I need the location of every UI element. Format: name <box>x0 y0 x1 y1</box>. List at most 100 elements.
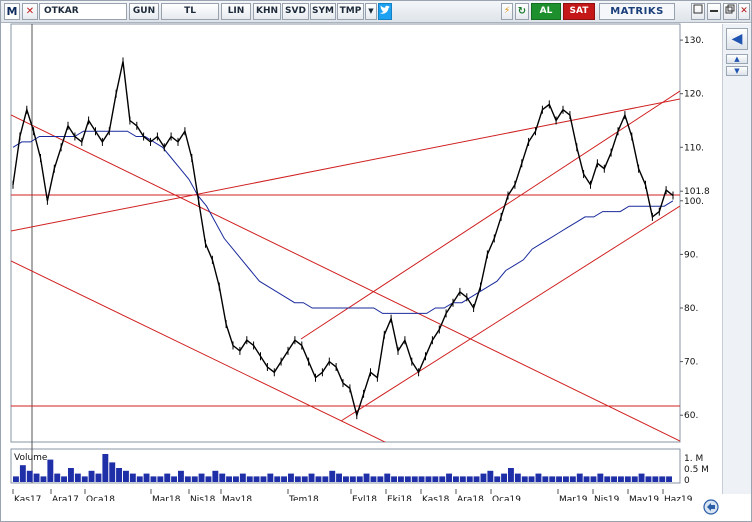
x-tick-label: Ara18 <box>457 495 484 501</box>
volume-bar <box>618 476 624 482</box>
volume-bar <box>631 476 638 482</box>
volume-bar <box>294 476 301 482</box>
volume-bar <box>391 476 397 482</box>
volume-bar <box>411 476 418 482</box>
volume-bar <box>212 470 219 482</box>
volume-bar <box>542 476 549 482</box>
volume-bar <box>528 476 535 482</box>
volume-bar <box>81 476 88 482</box>
volume-bar <box>432 476 439 482</box>
price-tick-label: 90. <box>684 250 698 260</box>
volume-tick-label: 0.5 M <box>684 465 709 475</box>
volume-bar <box>205 476 212 482</box>
volume-bar <box>624 476 631 482</box>
x-tick-label: Nis18 <box>190 495 216 501</box>
price-tick-label: 70. <box>684 358 698 368</box>
volume-bar <box>439 476 446 482</box>
volume-bar <box>274 476 281 482</box>
volume-bar <box>418 476 425 482</box>
volume-bar <box>123 470 129 482</box>
volume-bar <box>343 476 349 482</box>
restore-icon[interactable] <box>723 3 737 20</box>
volume-bar <box>233 476 239 482</box>
volume-bar <box>171 476 177 482</box>
scroll-down-button[interactable]: ▼ <box>726 66 748 76</box>
volume-bar <box>219 473 226 482</box>
volume-bar <box>13 476 19 482</box>
x-tick-label: Nis19 <box>594 495 620 501</box>
x-tick-label: May18 <box>222 495 252 501</box>
volume-bar <box>563 476 569 482</box>
volume-bar <box>281 476 287 482</box>
volume-bar <box>645 476 652 482</box>
volume-bar <box>508 468 514 482</box>
close-window-icon[interactable]: ✕ <box>738 3 750 20</box>
volume-tick-label: 0 <box>684 476 690 486</box>
price-tick-label: 130. <box>684 36 704 46</box>
x-tick-label: Mar18 <box>152 495 181 501</box>
volume-bar <box>88 470 95 482</box>
volume-bar <box>336 473 342 482</box>
volume-bar <box>157 476 164 482</box>
x-tick-label: Mar19 <box>559 495 588 501</box>
x-tick-label: Oca19 <box>492 495 521 501</box>
x-tick-label: Eki18 <box>387 495 412 501</box>
price-tick-label: 101.8 <box>684 187 710 197</box>
volume-bar <box>95 473 102 482</box>
volume-bar <box>239 473 246 482</box>
price-tick-label: 80. <box>684 304 698 314</box>
volume-bar <box>191 476 198 482</box>
volume-bar <box>473 476 480 482</box>
volume-bar <box>315 476 322 482</box>
volume-bar <box>102 454 109 482</box>
volume-bar <box>666 476 672 482</box>
volume-bar <box>453 476 459 482</box>
right-tool-strip: ◀ ▲ ▼ <box>722 24 751 494</box>
volume-bar <box>597 473 604 482</box>
x-tick-label: Eyl18 <box>352 495 377 501</box>
volume-bar <box>494 476 501 482</box>
volume-bar <box>377 476 384 482</box>
volume-tick-label: 1. M <box>684 454 703 464</box>
volume-bar <box>260 476 267 482</box>
volume-bar <box>116 468 122 482</box>
volume-bar <box>40 476 47 482</box>
collapse-arrow-icon[interactable]: ◀ <box>726 28 748 50</box>
x-tick-label: Oca18 <box>86 495 115 501</box>
timeline-scroll-icon[interactable] <box>701 497 723 517</box>
volume-bar <box>68 468 74 482</box>
volume-bar <box>604 476 611 482</box>
volume-bar <box>136 476 143 482</box>
volume-bar <box>521 476 528 482</box>
price-chart[interactable]: 130. 120. 110. 101.8100. 90. 80. 70. 60. Volume… <box>1 1 722 501</box>
price-tick-label: 60. <box>684 411 698 421</box>
price-tick-label: 120. <box>684 90 704 100</box>
price-plot-area <box>10 23 681 443</box>
volume-bar <box>446 473 452 482</box>
scroll-up-button[interactable]: ▲ <box>726 54 748 64</box>
volume-bar <box>178 470 184 482</box>
volume-bar <box>267 473 274 482</box>
volume-bar <box>398 476 404 482</box>
volume-bar <box>308 473 315 482</box>
volume-bar <box>301 476 308 482</box>
volume-bar <box>370 476 377 482</box>
volume-bar <box>253 476 260 482</box>
volume-bar <box>198 473 205 482</box>
volume-bar <box>356 476 363 482</box>
volume-bar <box>556 476 562 482</box>
x-tick-label: May19 <box>629 495 659 501</box>
volume-bar <box>659 476 666 482</box>
volume-bar <box>109 462 116 482</box>
x-tick-label: Kas18 <box>422 495 450 501</box>
chart-window: M ✕ OTKAR GUN TL LIN KHN SVD SYM TMP ▼ ⚡… <box>0 0 752 522</box>
volume-bar <box>363 473 370 482</box>
volume-bar <box>246 476 253 482</box>
volume-bar <box>329 470 336 482</box>
volume-bar <box>535 473 542 482</box>
volume-bar <box>425 476 432 482</box>
volume-bar <box>26 470 33 482</box>
volume-bar <box>569 476 576 482</box>
volume-bar <box>466 476 473 482</box>
volume-bar <box>19 465 26 482</box>
